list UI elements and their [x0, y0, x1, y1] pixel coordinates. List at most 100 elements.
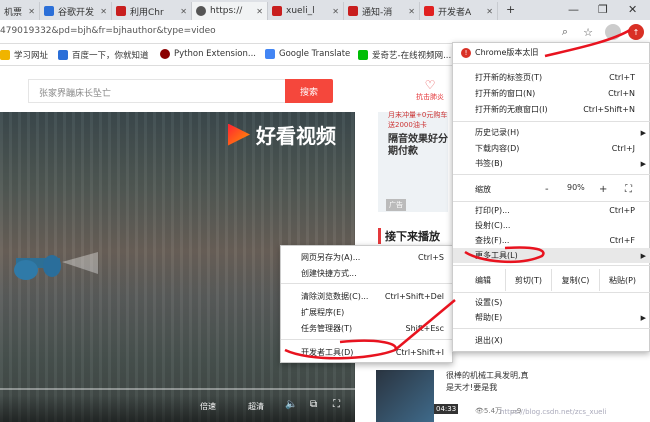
tab-7[interactable]: 开发者A ✕: [420, 2, 498, 20]
tab-6-title: 通知-消: [362, 7, 393, 18]
bookmark-item[interactable]: 爱奇艺-在线视频网...: [358, 49, 451, 61]
bookmark-label: 百度一下，你就知道: [72, 51, 149, 61]
menu-shortcut: Shift+Esc: [405, 323, 444, 333]
fullscreen-icon[interactable]: ⛶: [333, 399, 340, 410]
paw-icon: [44, 6, 54, 16]
menu-label: 退出(X): [475, 336, 503, 345]
menu-print[interactable]: 打印(P)... Ctrl+P: [453, 203, 650, 218]
close-icon[interactable]: ✕: [100, 7, 111, 16]
bookmark-item[interactable]: 百度一下，你就知道: [58, 49, 149, 61]
close-icon[interactable]: ✕: [28, 7, 39, 16]
new-tab-button[interactable]: +: [506, 3, 515, 16]
menu-incognito[interactable]: 打开新的无痕窗口(I) Ctrl+Shift+N: [453, 102, 650, 117]
menu-shortcut: Ctrl+F: [609, 236, 635, 245]
zoom-in-button[interactable]: +: [599, 184, 607, 195]
close-icon[interactable]: ✕: [180, 7, 191, 16]
search-input[interactable]: 张家界蹦床长坠亡: [28, 79, 286, 103]
menu-shortcut: Ctrl+S: [417, 252, 444, 262]
anti-epidemic-link[interactable]: ♡ 抗击肺炎: [410, 78, 450, 102]
cut-button[interactable]: 剪切(T): [505, 269, 551, 291]
menu-new-tab[interactable]: 打开新的标签页(T) Ctrl+T: [453, 70, 650, 85]
menu-find[interactable]: 查找(F)... Ctrl+F: [453, 233, 650, 248]
ad-banner[interactable]: 月末冲量+0元购车 送2000油卡 隔音效果好分期付款 广告: [378, 111, 448, 212]
huawei-icon: [424, 6, 434, 16]
menu-clear-data[interactable]: 清除浏览数据(C)... Ctrl+Shift+Del: [281, 288, 454, 304]
menu-history[interactable]: 历史记录(H) ▶: [453, 125, 650, 140]
close-icon[interactable]: ✕: [332, 7, 343, 16]
menu-label: 开发者工具(D): [301, 347, 354, 357]
menu-shortcut: Ctrl+Shift+I: [395, 347, 444, 357]
ad-text: 隔音效果好分期付款: [388, 134, 448, 157]
menu-extensions[interactable]: 扩展程序(E): [281, 304, 454, 320]
menu-downloads[interactable]: 下载内容(D) Ctrl+J: [453, 141, 650, 156]
menu-label: 编辑: [475, 275, 491, 285]
tab-1[interactable]: 机票 ✕: [0, 2, 40, 20]
copy-button[interactable]: 复制(C): [551, 269, 599, 291]
close-icon[interactable]: ✕: [486, 7, 497, 16]
minimize-button[interactable]: —: [568, 3, 579, 16]
close-window-button[interactable]: ✕: [628, 3, 637, 16]
fullscreen-icon[interactable]: ⛶: [625, 184, 632, 195]
watermark: https://blog.csdn.net/zcs_xueli: [500, 408, 607, 416]
bookmark-item[interactable]: Python Extension...: [160, 49, 256, 59]
tab-4-title: https://: [210, 6, 243, 16]
paste-button[interactable]: 粘贴(P): [599, 269, 645, 291]
ad-label: 广告: [386, 199, 406, 211]
menu-update-chrome[interactable]: ! Chrome版本太旧: [453, 45, 650, 60]
search-button[interactable]: 搜索: [285, 79, 333, 103]
chevron-right-icon: ▶: [640, 313, 646, 322]
bookmark-item[interactable]: 学习网址: [0, 49, 48, 61]
rec-title[interactable]: 很棒的机械工具发明,真是天才!要是我: [446, 370, 536, 394]
bookmark-label: 学习网址: [14, 51, 49, 61]
menu-divider: [453, 121, 650, 122]
progress-bar[interactable]: [0, 388, 355, 390]
rec-duration: 04:33: [434, 404, 459, 414]
tab-3[interactable]: 利用Chr ✕: [112, 2, 192, 20]
speed-button[interactable]: 倍速: [200, 401, 216, 412]
menu-settings[interactable]: 设置(S): [453, 295, 650, 310]
menu-task-manager[interactable]: 任务管理器(T) Shift+Esc: [281, 320, 454, 336]
menu-zoom: 缩放 - 90% + ⛶: [453, 179, 650, 199]
menu-divider: [453, 174, 650, 175]
tab-2[interactable]: 谷歌开发 ✕: [40, 2, 112, 20]
url-field[interactable]: 479019332&pd=bjh&fr=bjhauthor&type=video: [0, 26, 216, 36]
menu-create-shortcut[interactable]: 创建快捷方式...: [281, 265, 454, 281]
more-tools-submenu: 网页另存为(A)... Ctrl+S 创建快捷方式... 清除浏览数据(C)...…: [280, 245, 479, 363]
tab-6[interactable]: 通知-消 ✕: [344, 2, 420, 20]
menu-label: 帮助(E): [475, 313, 503, 322]
menu-exit[interactable]: 退出(X): [453, 333, 650, 348]
chevron-right-icon: ▶: [640, 251, 646, 260]
menu-new-window[interactable]: 打开新的窗口(N) Ctrl+N: [453, 86, 650, 101]
menu-save-as[interactable]: 网页另存为(A)... Ctrl+S: [281, 249, 454, 265]
avatar[interactable]: [605, 24, 621, 40]
tab-7-title: 开发者A: [438, 7, 472, 18]
menu-shortcut: Ctrl+Shift+Del: [384, 291, 444, 301]
tab-5[interactable]: xueli_l ✕: [268, 2, 344, 20]
close-icon[interactable]: ✕: [256, 7, 267, 16]
menu-label: 更多工具(L): [475, 251, 518, 260]
menu-cast[interactable]: 投射(C)...: [453, 218, 650, 233]
bookmark-item[interactable]: Google Translate: [265, 49, 350, 59]
tab-5-title: xueli_l: [286, 6, 315, 16]
star-icon[interactable]: ☆: [580, 24, 596, 40]
chevron-right-icon: ▶: [640, 159, 646, 168]
search-row: 张家界蹦床长坠亡 搜索 ♡ 抗击肺炎: [0, 66, 460, 112]
menu-divider: [453, 328, 650, 329]
update-icon[interactable]: ↑: [628, 24, 644, 40]
rec-thumbnail[interactable]: [376, 370, 434, 422]
maximize-button[interactable]: ❐: [598, 3, 608, 16]
tab-4[interactable]: https:// ✕: [192, 2, 268, 20]
close-icon[interactable]: ✕: [408, 7, 419, 16]
search-icon[interactable]: ⌕: [557, 24, 573, 40]
zoom-out-button[interactable]: -: [545, 184, 549, 195]
menu-label: 投射(C)...: [475, 221, 511, 230]
pip-icon[interactable]: ⧉: [310, 399, 317, 410]
menu-bookmarks[interactable]: 书签(B) ▶: [453, 156, 650, 171]
menu-more-tools[interactable]: 更多工具(L) ▶: [453, 248, 650, 263]
volume-icon[interactable]: 🔈: [285, 399, 297, 410]
view-icon: 👁: [475, 407, 484, 415]
menu-help[interactable]: 帮助(E) ▶: [453, 310, 650, 325]
menu-devtools[interactable]: 开发者工具(D) Ctrl+Shift+I: [281, 344, 454, 360]
quality-button[interactable]: 超清: [248, 401, 264, 412]
globe-icon: [196, 6, 206, 16]
